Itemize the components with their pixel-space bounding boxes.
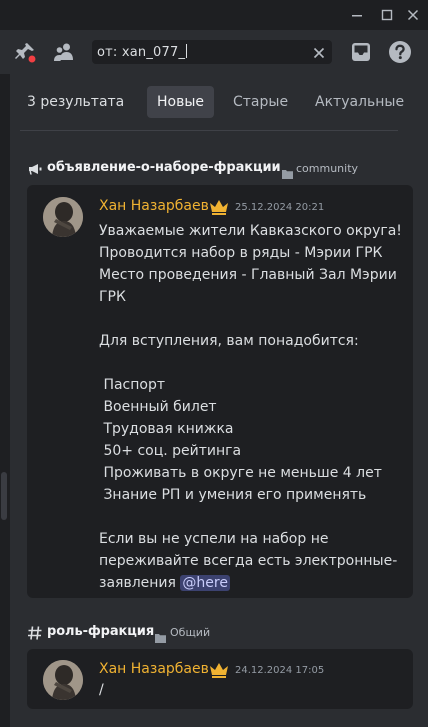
message-line: Паспорт [99, 377, 166, 393]
message-line [99, 506, 103, 528]
channel-name: роль-фракция [47, 624, 155, 639]
message-line: Уважаемые жители Кавказского округа! [99, 223, 402, 239]
tab-newest[interactable]: Новые [147, 86, 215, 118]
message-line [99, 308, 103, 330]
message-line-text: заявления [99, 575, 181, 591]
message-line: Проживать в округе не меньше 4 лет [99, 465, 382, 481]
message-line: Проводится набор в ряды - Мэрии ГРК [99, 245, 383, 261]
message-line: Трудовая книжка [99, 421, 234, 437]
channel-name: объявление-о-наборе-фракции [47, 160, 281, 175]
crown-icon [209, 199, 229, 215]
author-name[interactable]: Хан Назарбаев [99, 661, 209, 677]
message-card[interactable]: Хан Назарбаев 24.12.2024 17:05 / [27, 649, 413, 709]
message-line: Место проведения - Главный Зал Мэрии [99, 267, 397, 283]
tab-oldest[interactable]: Старые [223, 86, 298, 118]
message-line: / [99, 682, 104, 698]
message-line: ГРК [99, 289, 126, 305]
crown-icon [209, 662, 229, 678]
message-timestamp: 24.12.2024 17:05 [235, 665, 325, 676]
resize-handle[interactable] [1, 472, 7, 520]
search-query-text: от: xan_077_ [97, 44, 188, 60]
tab-relevant[interactable]: Актуальные [305, 86, 414, 118]
mention-here[interactable]: @here [180, 575, 230, 591]
clear-icon[interactable] [312, 45, 326, 59]
message-line: переживайте всегда есть электронные- [99, 553, 398, 569]
divider [20, 130, 398, 131]
announcement-icon [27, 161, 43, 177]
hash-icon [27, 625, 43, 641]
folder-icon [155, 628, 166, 643]
message-line: Если вы не успели на набор не [99, 531, 329, 547]
window-titlebar [0, 0, 428, 30]
inbox-icon[interactable] [349, 40, 373, 64]
message-timestamp: 25.12.2024 20:21 [235, 202, 325, 213]
search-input[interactable]: от: xan_077_ [92, 40, 332, 64]
left-gutter [0, 74, 10, 727]
maximize-icon[interactable] [379, 7, 395, 23]
members-icon[interactable] [52, 40, 76, 64]
channel-header[interactable]: объявление-о-наборе-фракции community [27, 159, 407, 179]
message-card[interactable]: Хан Назарбаев 25.12.2024 20:21 Уважаемые… [27, 185, 413, 598]
message-line: заявления @here [99, 572, 230, 594]
category-name: Общий [170, 626, 211, 639]
message-line: Знание РП и умения его применять [99, 487, 367, 503]
pin-alert-icon[interactable] [13, 40, 37, 64]
author-name[interactable]: Хан Назарбаев [99, 198, 209, 214]
message-line [99, 352, 103, 374]
message-line: Военный билет [99, 399, 217, 415]
results-count: 3 результата [27, 94, 125, 110]
folder-icon [282, 164, 293, 179]
avatar[interactable] [43, 660, 83, 700]
close-icon[interactable] [405, 7, 421, 23]
channel-header[interactable]: роль-фракция Общий [27, 623, 407, 643]
avatar[interactable] [43, 197, 83, 237]
minimize-icon[interactable] [349, 7, 365, 23]
category-name: community [296, 162, 359, 175]
message-line: 50+ соц. рейтинга [99, 443, 242, 459]
message-line: Для вступления, вам понадобится: [99, 333, 359, 349]
results-header: 3 результата Новые Старые Актуальные [10, 76, 428, 128]
help-icon[interactable] [388, 40, 412, 64]
